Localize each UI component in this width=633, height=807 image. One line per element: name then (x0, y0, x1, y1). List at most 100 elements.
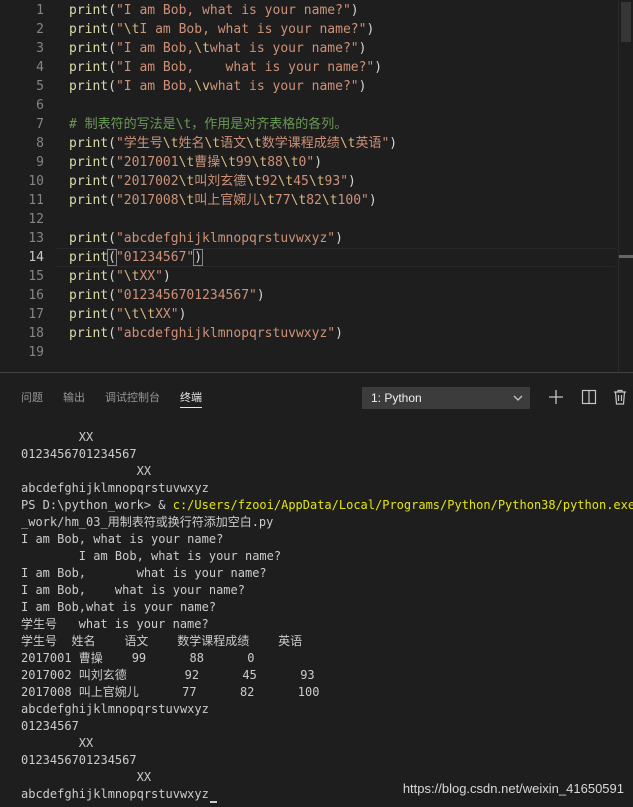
code-token: 姓名 (178, 136, 205, 151)
code-token: "I am Bob, what is your name?" (115, 60, 375, 75)
line-number: 16 (28, 288, 44, 303)
tab-debug-console[interactable]: 调试控制台 (105, 389, 160, 405)
line-number: 18 (28, 326, 44, 341)
code-line[interactable]: 16 print("0123456701234567") (0, 286, 633, 305)
code-token: "I am Bob, (115, 79, 195, 94)
code-token: print (69, 193, 109, 208)
terminal-cursor (209, 801, 217, 803)
code-line[interactable]: 8 print("学生号\t姓名\t语文\t数学课程成绩\t英语") (0, 134, 633, 153)
code-line[interactable]: 6 (0, 96, 633, 115)
code-text: print("0123456701234567") (69, 286, 265, 305)
code-token: ( (108, 60, 116, 75)
line-number: 8 (36, 136, 44, 151)
code-token: ( (108, 3, 116, 18)
code-token: ( (108, 22, 116, 37)
code-text: print("\tI am Bob, what is your name?") (69, 20, 374, 39)
overview-ruler-mark (619, 255, 633, 258)
tab-terminal[interactable]: 终端 (180, 389, 202, 408)
code-line[interactable]: 9 print("2017001\t曹操\t99\t88\t0") (0, 153, 633, 172)
code-token: \t (246, 136, 262, 151)
code-line[interactable]: 15 print("\tXX") (0, 267, 633, 286)
code-text: print("abcdefghijklmnopqrstuvwxyz") (69, 229, 343, 248)
code-token: \t\t (123, 307, 156, 322)
trash-icon[interactable] (610, 387, 630, 407)
code-token: ( (107, 249, 117, 266)
code-text: print("I am Bob,\vwhat is your name?") (69, 77, 366, 96)
bottom-panel: 问题 输出 调试控制台 终端 1: Python XX 0123456701234… (0, 372, 633, 807)
code-line[interactable]: 19 (0, 343, 633, 362)
terminal-text: 2017001 曹操 99 88 0 (21, 651, 255, 665)
line-number: 1 (36, 3, 44, 18)
terminal-text: XX (21, 770, 152, 784)
code-token: XX" (139, 269, 163, 284)
line-number: 11 (28, 193, 44, 208)
code-text: print("2017002\t叫刘玄德\t92\t45\t93") (69, 172, 356, 191)
code-token: 曹操 (194, 155, 221, 170)
code-token: ) (335, 326, 343, 341)
code-token: \t (282, 155, 299, 170)
line-number: 12 (28, 212, 44, 227)
code-line[interactable]: 7 # 制表符的写法是\t，作用是对齐表格的各列。 (0, 115, 633, 134)
code-token: ) (178, 307, 187, 322)
split-icon[interactable] (579, 387, 599, 407)
code-token: ( (108, 136, 116, 151)
tab-output[interactable]: 输出 (63, 389, 85, 405)
plus-icon[interactable] (546, 387, 566, 407)
terminal-text: I am Bob, what is your name? (21, 566, 267, 580)
terminal-text: I am Bob,what is your name? (21, 600, 217, 614)
code-token: 叫上官婉儿 (194, 193, 260, 208)
terminal-line: 学生号 姓名 语文 数学课程成绩 英语 (21, 633, 633, 650)
code-token: 0" (298, 155, 315, 170)
code-line-current[interactable]: 14 print("01234567") (0, 248, 633, 267)
terminal-line: 2017002 叫刘玄德 92 45 93 (21, 667, 633, 684)
code-line[interactable]: 5 print("I am Bob,\vwhat is your name?") (0, 77, 633, 96)
scrollbar-thumb[interactable] (621, 2, 631, 42)
terminal-text: I am Bob, what is your name? (21, 549, 282, 563)
terminal-line: _work/hm_03_用制表符或换行符添加空白.py (21, 514, 633, 531)
code-token: \t (246, 174, 262, 189)
code-line[interactable]: 4 print("I am Bob, what is your name?") (0, 58, 633, 77)
code-line[interactable]: 17 print("\t\tXX") (0, 305, 633, 324)
code-token: print (69, 3, 109, 18)
code-line[interactable]: 13 print("abcdefghijklmnopqrstuvwxyz") (0, 229, 633, 248)
code-token: ( (108, 326, 116, 341)
chevron-down-icon (513, 388, 523, 414)
code-token: "abcdefghijklmnopqrstuvwxyz" (115, 231, 336, 246)
code-line[interactable]: 11 print("2017008\t叫上官婉儿\t77\t82\t100") (0, 191, 633, 210)
code-token: ( (108, 79, 116, 94)
code-token: print (69, 22, 109, 37)
code-token: what is your name?" (209, 79, 359, 94)
code-token: print (69, 60, 109, 75)
code-token: print (69, 41, 109, 56)
code-token: "I am Bob, what is your name?" (115, 3, 351, 18)
code-token: ) (348, 174, 356, 189)
line-number: 14 (28, 250, 44, 265)
code-line[interactable]: 12 (0, 210, 633, 229)
code-token: print (69, 174, 109, 189)
terminal-select-dropdown[interactable]: 1: Python (362, 387, 530, 409)
code-token: ( (108, 307, 116, 322)
code-token: print (69, 326, 109, 341)
code-token: ) (366, 22, 375, 37)
tab-problems[interactable]: 问题 (21, 389, 43, 405)
code-token: # 制表符的写法是\t，作用是对齐表格的各列。 (69, 117, 348, 132)
code-token: 数学课程成绩 (261, 136, 340, 151)
code-editor[interactable]: 1 print("I am Bob, what is your name?") 2 p… (0, 0, 633, 372)
terminal-output[interactable]: XX 0123456701234567 XX abcdefghijklmnopqrs… (21, 429, 633, 803)
code-token: \t (178, 155, 195, 170)
code-token: ( (108, 41, 116, 56)
terminal-line: I am Bob, what is your name? (21, 565, 633, 582)
code-line[interactable]: 3 print("I am Bob,\twhat is your name?") (0, 39, 633, 58)
code-line[interactable]: 10 print("2017002\t叫刘玄德\t92\t45\t93") (0, 172, 633, 191)
code-line[interactable]: 1 print("I am Bob, what is your name?") (0, 1, 633, 20)
editor-vertical-scrollbar[interactable] (618, 0, 633, 372)
code-token: print (69, 79, 109, 94)
code-token: "2017001 (115, 155, 179, 170)
code-token: ) (314, 155, 323, 170)
code-line[interactable]: 18 print("abcdefghijklmnopqrstuvwxyz") (0, 324, 633, 343)
code-line[interactable]: 2 print("\tI am Bob, what is your name?") (0, 20, 633, 39)
terminal-line: XX (21, 463, 633, 480)
code-token: \t (123, 22, 140, 37)
code-token: "I am Bob, (115, 41, 195, 56)
terminal-text: abcdefghijklmnopqrstuvwxyz (21, 481, 209, 495)
